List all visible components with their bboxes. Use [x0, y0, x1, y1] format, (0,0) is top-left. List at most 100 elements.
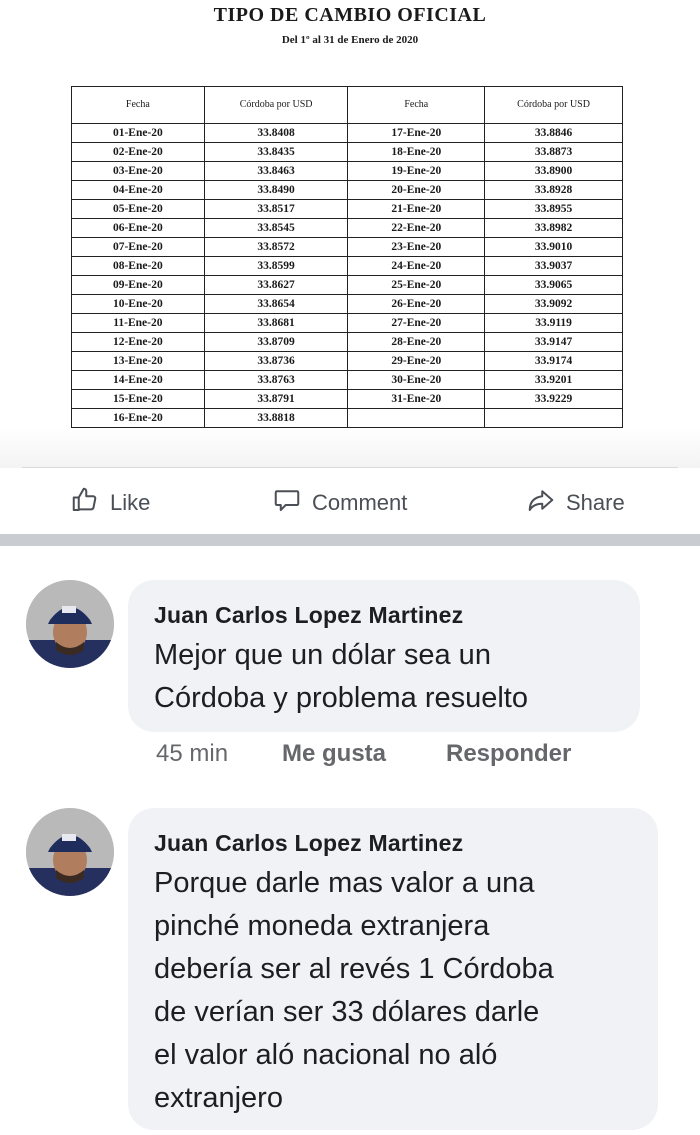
- date-cell: 15-Ene-20: [71, 389, 205, 409]
- rate-cell: 33.8709: [203, 332, 349, 352]
- comment-line: Mejor que un dólar sea un: [154, 639, 491, 671]
- date-cell: 31-Ene-20: [347, 389, 486, 409]
- comment-time: 45 min: [156, 740, 229, 767]
- table-header-row: Fecha Córdoba por USD Fecha Córdoba por …: [71, 86, 623, 124]
- avatar[interactable]: [26, 808, 114, 896]
- table-row: 15-Ene-20 33.8791 31-Ene-20 33.9229: [71, 389, 623, 409]
- date-cell: 26-Ene-20: [347, 294, 486, 314]
- post-image[interactable]: TIPO DE CAMBIO OFICIAL Del 1º al 31 de E…: [0, 0, 700, 429]
- table-row: 12-Ene-20 33.8709 28-Ene-20 33.9147: [71, 332, 623, 352]
- date-cell: 03-Ene-20: [71, 161, 205, 181]
- date-cell: 10-Ene-20: [71, 294, 205, 314]
- comment-text: Porque darle mas valor a una pinché mone…: [154, 862, 554, 1120]
- rate-cell: 33.8599: [203, 256, 349, 276]
- table-row: 09-Ene-20 33.8627 25-Ene-20 33.9065: [71, 275, 623, 295]
- comment-line: el valor aló nacional no aló: [154, 1039, 498, 1071]
- table-row: 07-Ene-20 33.8572 23-Ene-20 33.9010: [71, 237, 623, 257]
- table-row: 14-Ene-20 33.8763 30-Ene-20 33.9201: [71, 370, 623, 390]
- table-row: 13-Ene-20 33.8736 29-Ene-20 33.9174: [71, 351, 623, 371]
- post-action-bar: Like Comment Share: [0, 478, 700, 528]
- rate-cell: 33.8791: [203, 389, 349, 409]
- table-row: 11-Ene-20 33.8681 27-Ene-20 33.9119: [71, 313, 623, 333]
- rate-cell: [484, 408, 623, 429]
- rate-cell: 33.9147: [484, 332, 623, 352]
- date-cell: 13-Ene-20: [71, 351, 205, 371]
- rate-cell: 33.8627: [203, 275, 349, 295]
- rate-cell: 33.8517: [203, 199, 349, 219]
- comment-bubble: Juan Carlos Lopez Martinez Mejor que un …: [128, 580, 640, 732]
- date-cell: 08-Ene-20: [71, 256, 205, 276]
- comment-like-button[interactable]: Me gusta: [282, 740, 386, 768]
- rate-cell: 33.9119: [484, 313, 623, 333]
- table-body: 01-Ene-20 33.8408 17-Ene-20 33.8846 02-Ene-2…: [71, 123, 623, 429]
- date-cell: 19-Ene-20: [347, 161, 486, 181]
- date-cell: 07-Ene-20: [71, 237, 205, 257]
- date-cell: 18-Ene-20: [347, 142, 486, 162]
- date-cell: 29-Ene-20: [347, 351, 486, 371]
- rate-cell: 33.8572: [203, 237, 349, 257]
- table-row: 04-Ene-20 33.8490 20-Ene-20 33.8928: [71, 180, 623, 200]
- rate-cell: 33.8763: [203, 370, 349, 390]
- date-cell: 30-Ene-20: [347, 370, 486, 390]
- share-button[interactable]: Share: [526, 478, 625, 528]
- divider: [22, 467, 678, 468]
- date-cell: 11-Ene-20: [71, 313, 205, 333]
- table-row: 05-Ene-20 33.8517 21-Ene-20 33.8955: [71, 199, 623, 219]
- table-row: 16-Ene-20 33.8818: [71, 408, 623, 429]
- rate-cell: 33.8818: [203, 408, 349, 429]
- date-cell: 14-Ene-20: [71, 370, 205, 390]
- rate-cell: 33.8955: [484, 199, 623, 219]
- table-row: 06-Ene-20 33.8545 22-Ene-20 33.8982: [71, 218, 623, 238]
- date-cell: 09-Ene-20: [71, 275, 205, 295]
- comment-line: pinché moneda extranjera: [154, 910, 490, 942]
- comment-button[interactable]: Comment: [272, 478, 407, 528]
- rate-cell: 33.8846: [484, 123, 623, 143]
- header-cordoba-right: Córdoba por USD: [484, 86, 623, 124]
- rate-cell: 33.8490: [203, 180, 349, 200]
- exchange-rate-table: Fecha Córdoba por USD Fecha Córdoba por …: [71, 86, 623, 429]
- date-cell: 02-Ene-20: [71, 142, 205, 162]
- rate-cell: 33.9065: [484, 275, 623, 295]
- rate-cell: 33.8900: [484, 161, 623, 181]
- rate-cell: 33.8463: [203, 161, 349, 181]
- rate-cell: 33.9201: [484, 370, 623, 390]
- comment-line: Córdoba y problema resuelto: [154, 682, 528, 714]
- document-title: TIPO DE CAMBIO OFICIAL: [213, 4, 487, 26]
- like-button[interactable]: Like: [70, 478, 150, 528]
- comment-icon: [272, 485, 302, 521]
- avatar[interactable]: [26, 580, 114, 668]
- rate-cell: 33.8435: [203, 142, 349, 162]
- rate-cell: 33.9037: [484, 256, 623, 276]
- rate-cell: 33.8736: [203, 351, 349, 371]
- rate-cell: 33.8681: [203, 313, 349, 333]
- date-cell: 25-Ene-20: [347, 275, 486, 295]
- rate-cell: 33.8928: [484, 180, 623, 200]
- rate-cell: 33.9092: [484, 294, 623, 314]
- header-fecha-right: Fecha: [347, 86, 486, 124]
- table-row: 02-Ene-20 33.8435 18-Ene-20 33.8873: [71, 142, 623, 162]
- date-cell: 05-Ene-20: [71, 199, 205, 219]
- header-cordoba-left: Córdoba por USD: [203, 86, 349, 124]
- rate-cell: 33.9229: [484, 389, 623, 409]
- rate-cell: 33.9174: [484, 351, 623, 371]
- comment-line: debería ser al revés 1 Córdoba: [154, 953, 554, 985]
- date-cell: 06-Ene-20: [71, 218, 205, 238]
- date-cell: 21-Ene-20: [347, 199, 486, 219]
- table-row: 03-Ene-20 33.8463 19-Ene-20 33.8900: [71, 161, 623, 181]
- comment-line: de verían ser 33 dólares darle: [154, 996, 540, 1028]
- date-cell: 17-Ene-20: [347, 123, 486, 143]
- share-label: Share: [566, 490, 625, 515]
- thumbs-up-icon: [70, 485, 100, 521]
- comment-line: Porque darle mas valor a una: [154, 867, 535, 899]
- date-cell: 04-Ene-20: [71, 180, 205, 200]
- table-row: 01-Ene-20 33.8408 17-Ene-20 33.8846: [71, 123, 623, 143]
- comment-author[interactable]: Juan Carlos Lopez Martinez: [154, 830, 463, 857]
- comment-reply-button[interactable]: Responder: [446, 740, 571, 768]
- document-subtitle: Del 1º al 31 de Enero de 2020: [281, 34, 419, 46]
- rate-cell: 33.8982: [484, 218, 623, 238]
- comment-label: Comment: [312, 490, 408, 515]
- date-cell: 12-Ene-20: [71, 332, 205, 352]
- section-separator: [0, 534, 700, 546]
- comment-author[interactable]: Juan Carlos Lopez Martinez: [154, 602, 463, 629]
- date-cell: [347, 408, 486, 429]
